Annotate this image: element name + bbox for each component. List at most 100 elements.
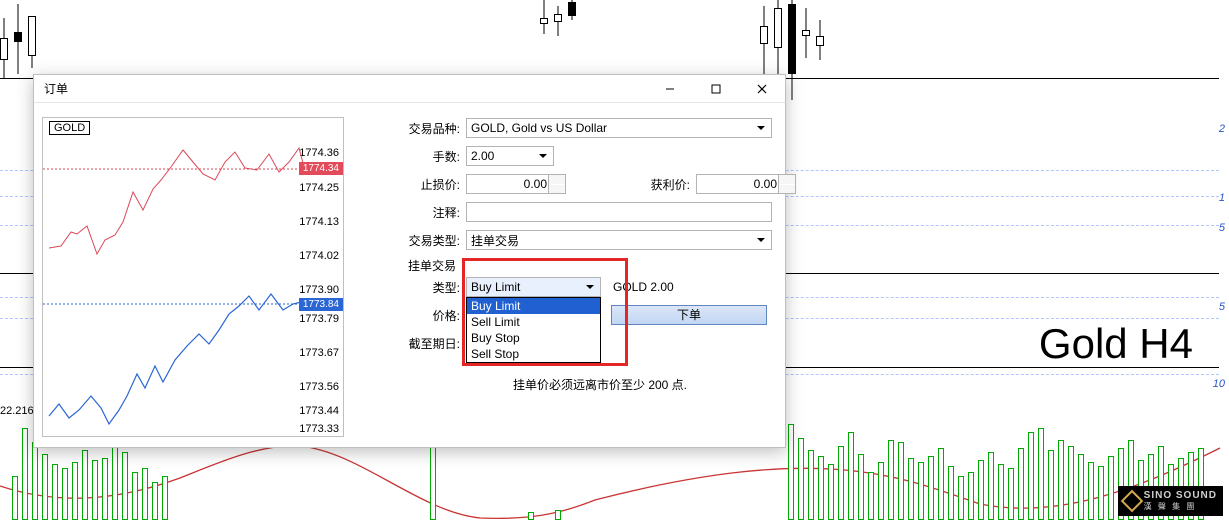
volume-bar [32,442,38,520]
volume-bar [22,428,28,520]
volume-bar [798,438,804,520]
brand-logo: SINO SOUND 漢 聲 集 團 [1118,486,1223,516]
ordertype-value: 挂单交易 [471,232,519,249]
axis-price-label: 1 [1219,192,1225,204]
volume-bar [878,462,884,520]
volume-bar [898,442,904,520]
ordertype-select[interactable]: 挂单交易 [466,230,772,250]
volume-bar [808,450,814,520]
volume-bar [132,472,138,520]
ask-line [49,148,303,254]
pending-info: GOLD 2.00 [613,280,674,294]
volume-bar [828,464,834,520]
volume-bar [968,472,974,520]
volume-bar [1078,454,1084,520]
volume-bar [152,482,158,520]
pending-section-label: 挂单交易 [408,257,796,274]
price-label: 价格: [404,307,460,324]
pending-type-value: Buy Limit [471,280,520,294]
volume-bar [918,462,924,520]
tp-input[interactable]: 0.00 [696,174,796,194]
volume-bar [1028,432,1034,520]
brand-name: SINO SOUND [1144,490,1217,501]
pending-type-option[interactable]: Buy Stop [467,330,600,346]
comment-label: 注释: [404,204,460,221]
volume-bar [528,512,534,520]
volume-bar [430,444,436,520]
volume-bar [42,454,48,520]
symbol-select[interactable]: GOLD, Gold vs US Dollar [466,118,772,138]
symbol-label: 交易品种: [404,120,460,137]
volume-bar [142,468,148,520]
volume-bar [978,460,984,520]
volume-bar [555,510,561,520]
volume-bar [948,466,954,520]
volume-bar [1048,450,1054,520]
volume-bar [908,458,914,520]
axis-price-label: 5 [1219,222,1225,234]
minimize-button[interactable] [647,75,693,103]
volume-bar [958,476,964,520]
axis-price-label: 2 [1219,123,1225,135]
volume-label: 手数: [404,148,460,165]
place-order-button[interactable]: 下单 [611,305,767,325]
volume-bar [102,458,108,520]
sl-input[interactable]: 0.00 [466,174,566,194]
tp-value: 0.00 [754,177,777,191]
order-form: 交易品种: GOLD, Gold vs US Dollar 手数: 2.00 止… [344,117,796,441]
volume-bar [1058,440,1064,520]
volume-bar [888,440,894,520]
bid-line [49,294,305,424]
volume-bar [82,450,88,520]
brand-sub: 漢 聲 集 團 [1144,502,1197,511]
volume-bar [838,446,844,520]
pending-type-select[interactable]: Buy Limit [466,277,601,297]
volume-bar [162,476,168,520]
volume-bar [1098,466,1104,520]
deviation-note: 挂单价必须远离市价至少 200 点. [404,376,796,393]
volume-bar [928,456,934,520]
volume-bar [858,454,864,520]
volume-bar [988,452,994,520]
volume-bar [998,464,1004,520]
volume-bar [1038,428,1044,520]
volume-bar [122,452,128,520]
volume-bar [1018,448,1024,520]
symbol-value: GOLD, Gold vs US Dollar [471,121,607,135]
volume-bar [818,456,824,520]
volume-bar [1068,446,1074,520]
axis-price-label: 5 [1219,301,1225,313]
expiry-label: 截至期日: [404,335,460,352]
volume-bar [1008,468,1014,520]
pending-type-option[interactable]: Sell Limit [467,314,600,330]
pending-type-label: 类型: [404,279,460,296]
volume-select[interactable]: 2.00 [466,146,554,166]
axis-price-label: 10 [1213,378,1225,390]
volume-bar [938,448,944,520]
volume-bar [1108,456,1114,520]
tp-label: 获利价: [610,176,690,193]
chart-title: Gold H4 [1039,320,1193,368]
place-order-label: 下单 [677,308,701,322]
preview-chart: GOLD 1774.361774.251774.131774.021773.90… [42,117,344,437]
volume-bar [848,432,854,520]
volume-bar [1088,462,1094,520]
pending-type-dropdown[interactable]: Buy LimitSell LimitBuy StopSell Stop [466,297,601,363]
volume-bar [72,462,78,520]
diamond-icon [1120,490,1143,513]
pending-type-option[interactable]: Sell Stop [467,346,600,362]
volume-bar [52,464,58,520]
order-dialog: 订单 GOLD 1774.361774.251774.131774.021773… [33,74,786,448]
close-button[interactable] [739,75,785,103]
volume-bar [62,468,68,520]
volume-bar [92,460,98,520]
chart-left-number: 22.216 [0,405,34,417]
dialog-titlebar[interactable]: 订单 [34,75,785,103]
sl-label: 止损价: [404,176,460,193]
maximize-button[interactable] [693,75,739,103]
volume-value: 2.00 [471,149,494,163]
pending-type-option[interactable]: Buy Limit [467,298,600,314]
dialog-title: 订单 [44,80,68,97]
comment-input[interactable] [466,202,772,222]
volume-bar [868,472,874,520]
